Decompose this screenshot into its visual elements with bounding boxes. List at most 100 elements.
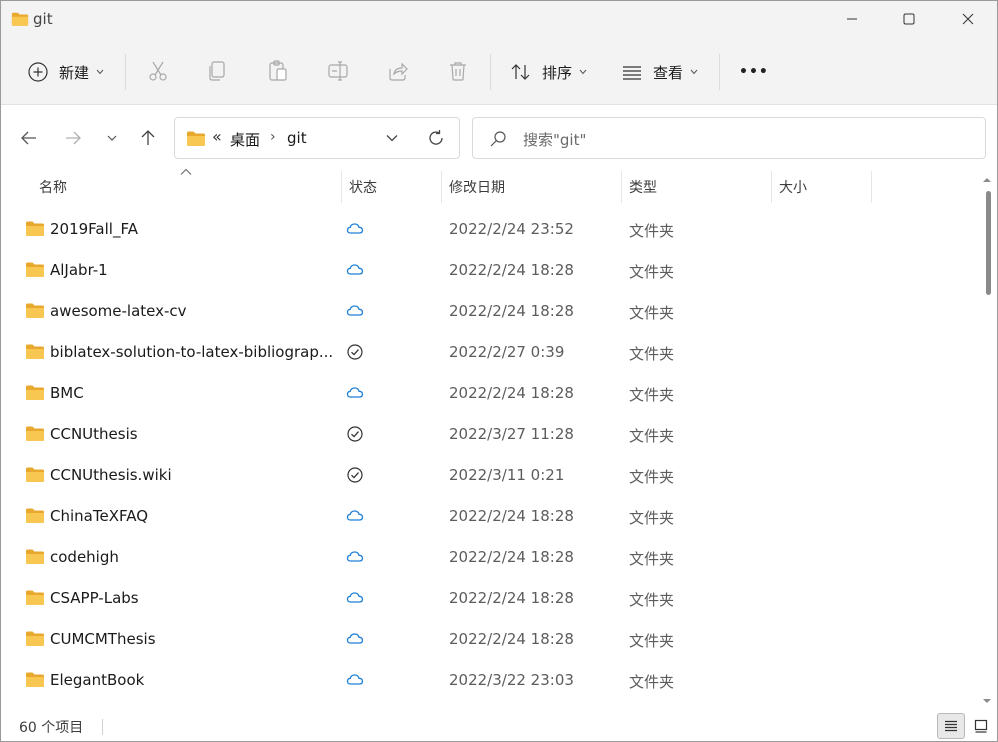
file-row[interactable]: CCNUthesis 2022/3/27 11:28 文件夹 <box>1 414 981 455</box>
file-row[interactable]: codehigh 2022/2/24 18:28 文件夹 <box>1 537 981 578</box>
details-view-button[interactable] <box>937 713 965 739</box>
breadcrumb-overflow[interactable]: « <box>212 127 222 146</box>
breadcrumb-desktop[interactable]: 桌面 <box>230 129 260 150</box>
file-type: 文件夹 <box>629 632 675 650</box>
file-modified-date: 2022/3/22 23:03 <box>449 671 574 689</box>
file-row[interactable]: BMC 2022/2/24 18:28 文件夹 <box>1 373 981 414</box>
arrow-left-icon <box>21 131 36 145</box>
file-modified-date: 2022/3/11 0:21 <box>449 466 565 484</box>
file-name: ChinaTeXFAQ <box>50 507 149 525</box>
chevron-down-icon <box>690 69 698 75</box>
new-button[interactable]: 新建 <box>27 51 104 93</box>
maximize-button[interactable] <box>880 1 938 37</box>
file-row[interactable]: awesome-latex-cv 2022/2/24 18:28 文件夹 <box>1 291 981 332</box>
cloud-icon <box>346 548 364 566</box>
file-row[interactable]: 2019Fall_FA 2022/2/24 23:52 文件夹 <box>1 209 981 250</box>
column-divider[interactable] <box>441 171 442 203</box>
column-divider[interactable] <box>771 171 772 203</box>
file-name: CCNUthesis.wiki <box>50 466 172 484</box>
back-button[interactable] <box>14 124 44 152</box>
file-row[interactable]: AlJabr-1 2022/2/24 18:28 文件夹 <box>1 250 981 291</box>
paste-icon[interactable] <box>266 59 290 83</box>
column-header-modified[interactable]: 修改日期 <box>449 171 505 203</box>
refresh-button[interactable] <box>424 126 448 150</box>
column-divider[interactable] <box>341 171 342 203</box>
folder-icon <box>26 467 44 482</box>
scroll-up-icon[interactable] <box>982 176 992 184</box>
file-row[interactable]: CUMCMThesis 2022/2/24 18:28 文件夹 <box>1 619 981 660</box>
file-type: 文件夹 <box>629 222 675 240</box>
file-name: codehigh <box>50 548 119 566</box>
folder-icon <box>26 631 44 646</box>
folder-icon <box>26 262 44 277</box>
close-button[interactable] <box>939 1 997 37</box>
share-icon[interactable] <box>386 59 410 83</box>
search-input[interactable]: 搜索"git" <box>523 129 586 150</box>
file-type: 文件夹 <box>629 304 675 322</box>
file-name: biblatex-solution-to-latex-bibliograp... <box>50 343 334 361</box>
file-row[interactable]: ChinaTeXFAQ 2022/2/24 18:28 文件夹 <box>1 496 981 537</box>
search-box[interactable]: 搜索"git" <box>472 117 986 159</box>
file-type: 文件夹 <box>629 263 675 281</box>
scroll-down-icon[interactable] <box>982 697 992 705</box>
sort-ascending-icon <box>180 168 192 175</box>
maximize-icon <box>903 13 915 25</box>
address-bar[interactable]: « 桌面 › git <box>174 117 460 159</box>
view-button[interactable]: 查看 <box>621 51 698 93</box>
refresh-icon <box>429 130 443 145</box>
forward-button[interactable] <box>58 124 88 152</box>
chevron-down-icon[interactable] <box>385 131 399 145</box>
folder-icon <box>26 672 44 687</box>
rename-icon[interactable] <box>326 59 350 83</box>
column-header-type[interactable]: 类型 <box>629 171 657 203</box>
column-header-status[interactable]: 状态 <box>349 171 377 203</box>
file-name: awesome-latex-cv <box>50 302 187 320</box>
delete-icon[interactable] <box>446 59 470 83</box>
file-modified-date: 2022/2/24 18:28 <box>449 507 574 525</box>
file-modified-date: 2022/2/24 18:28 <box>449 384 574 402</box>
copy-icon[interactable] <box>205 59 229 83</box>
scrollbar-thumb[interactable] <box>986 191 991 295</box>
file-name: CSAPP-Labs <box>50 589 139 607</box>
close-icon <box>962 13 974 25</box>
column-divider[interactable] <box>871 171 872 203</box>
minimize-button[interactable] <box>823 1 881 37</box>
breadcrumb-separator[interactable]: › <box>270 129 276 145</box>
recent-locations-button[interactable] <box>97 124 127 152</box>
file-modified-date: 2022/2/24 18:28 <box>449 302 574 320</box>
view-list-icon <box>623 66 641 80</box>
cut-icon[interactable] <box>146 59 170 83</box>
file-row[interactable]: biblatex-solution-to-latex-bibliograp...… <box>1 332 981 373</box>
file-modified-date: 2022/2/24 18:28 <box>449 630 574 648</box>
folder-icon <box>26 385 44 400</box>
file-type: 文件夹 <box>629 345 675 363</box>
column-header-size[interactable]: 大小 <box>779 171 807 203</box>
file-modified-date: 2022/2/24 23:52 <box>449 220 574 238</box>
command-bar: 新建 排序 查看 ••• <box>1 37 997 105</box>
breadcrumb-git[interactable]: git <box>287 129 307 147</box>
file-name: BMC <box>50 384 84 402</box>
up-button[interactable] <box>133 124 163 152</box>
arrow-up-icon <box>141 130 155 145</box>
file-type: 文件夹 <box>629 591 675 609</box>
file-row[interactable]: ElegantBook 2022/3/22 23:03 文件夹 <box>1 660 981 701</box>
file-type: 文件夹 <box>629 550 675 568</box>
tiles-view-button[interactable] <box>967 713 995 739</box>
sort-button[interactable]: 排序 <box>510 51 587 93</box>
chevron-down-icon <box>96 69 104 75</box>
chevron-down-icon <box>107 135 117 141</box>
file-row[interactable]: CCNUthesis.wiki 2022/3/11 0:21 文件夹 <box>1 455 981 496</box>
cloud-icon <box>346 589 364 607</box>
file-list: 2019Fall_FA 2022/2/24 23:52 文件夹 AlJabr-1 202… <box>1 209 981 701</box>
column-header-name[interactable]: 名称 <box>39 171 67 203</box>
view-button-label: 查看 <box>653 63 684 82</box>
more-options-button[interactable]: ••• <box>739 51 769 93</box>
sort-icon <box>511 64 530 80</box>
file-name: CUMCMThesis <box>50 630 156 648</box>
arrow-right-icon <box>66 131 81 145</box>
folder-icon <box>26 426 44 441</box>
column-divider[interactable] <box>621 171 622 203</box>
file-row[interactable]: CSAPP-Labs 2022/2/24 18:28 文件夹 <box>1 578 981 619</box>
chevron-down-icon <box>579 69 587 75</box>
file-modified-date: 2022/2/24 18:28 <box>449 261 574 279</box>
